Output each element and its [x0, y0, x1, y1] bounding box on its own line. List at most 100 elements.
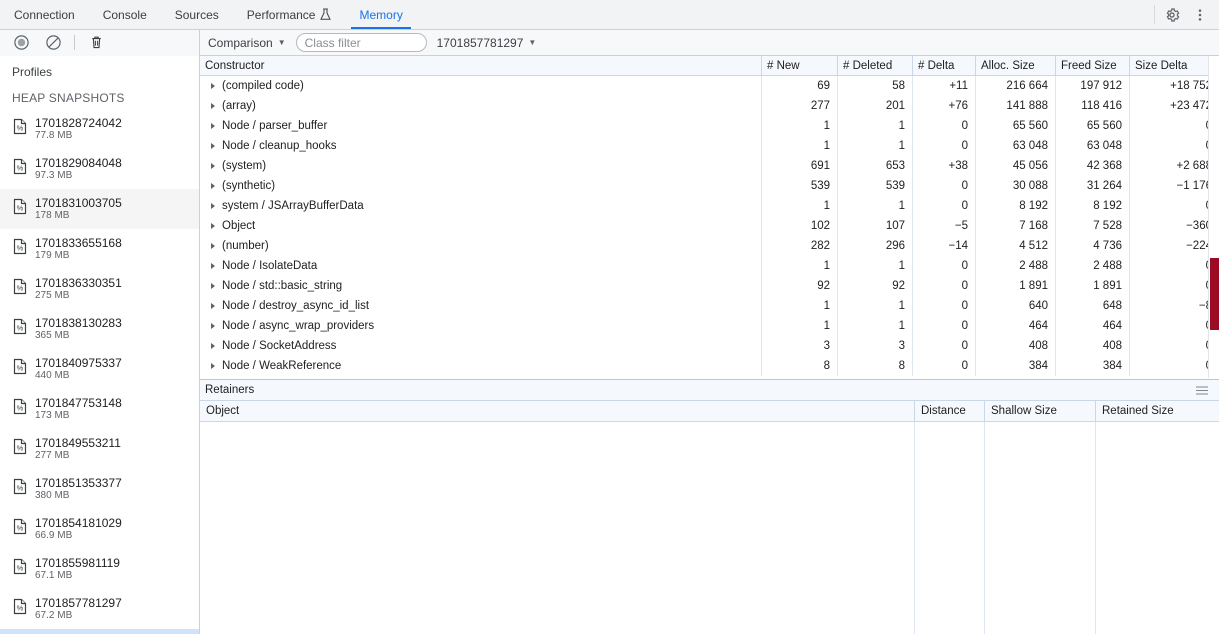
tab-connection[interactable]: Connection	[0, 0, 89, 29]
table-row[interactable]: (compiled code) 69 58 +11 216 664 197 912 +18 …	[200, 76, 1219, 96]
table-row[interactable]: (array) 277 201 +76 141 888 118 416 +23 472	[200, 96, 1219, 116]
tab-performance[interactable]: Performance	[233, 0, 346, 29]
snapshot-item[interactable]: % 1701840975337 440 MB	[0, 349, 199, 389]
table-row[interactable]: (number) 282 296 −14 4 512 4 736 −224	[200, 236, 1219, 256]
expand-triangle-icon[interactable]	[211, 283, 215, 289]
constructor-label: Node / WeakReference	[222, 360, 342, 372]
expand-triangle-icon[interactable]	[211, 343, 215, 349]
snapshot-text: 1701831003705 178 MB	[35, 196, 122, 222]
trash-icon[interactable]	[83, 32, 109, 54]
snapshot-size: 179 MB	[35, 250, 70, 262]
heap-snapshot-icon: %	[12, 438, 28, 460]
column-header-constructor[interactable]: Constructor	[200, 56, 762, 75]
cell-deleted: 107	[838, 216, 913, 236]
heap-snapshot-icon: %	[12, 598, 28, 620]
snapshot-item[interactable]: % 1701831003705 178 MB	[0, 189, 199, 229]
expand-triangle-icon[interactable]	[211, 83, 215, 89]
svg-text:%: %	[17, 364, 24, 373]
column-header-retained-size[interactable]: Retained Size	[1096, 401, 1219, 421]
tab-sources[interactable]: Sources	[161, 0, 233, 29]
view-mode-dropdown[interactable]: Comparison ▼	[208, 36, 286, 50]
more-options-icon[interactable]	[1187, 4, 1213, 26]
expand-triangle-icon[interactable]	[211, 243, 215, 249]
cell-new: 539	[762, 176, 838, 196]
table-row[interactable]: system / JSArrayBufferData1108 1928 1920	[200, 196, 1219, 216]
table-row[interactable]: (synthetic) 539 539 0 30 088 31 264 −1 176	[200, 176, 1219, 196]
toolbar-left-group	[0, 29, 200, 56]
baseline-snapshot-dropdown[interactable]: 1701857781297 ▼	[437, 36, 537, 50]
cell-alloc-size: 408	[976, 336, 1056, 356]
column-header-freed-size[interactable]: Freed Size	[1056, 56, 1130, 75]
snapshot-item[interactable]: % 1701857781297 67.2 MB	[0, 589, 199, 629]
column-header-delta[interactable]: # Delta	[913, 56, 976, 75]
column-header-alloc-size[interactable]: Alloc. Size	[976, 56, 1056, 75]
expand-triangle-icon[interactable]	[211, 363, 215, 369]
snapshot-item[interactable]: % 1701847753148 173 MB	[0, 389, 199, 429]
expand-triangle-icon[interactable]	[211, 303, 215, 309]
snapshot-size: 380 MB	[35, 490, 70, 502]
column-header-size-delta[interactable]: Size Delta	[1130, 56, 1219, 75]
toolbar-separator	[74, 35, 75, 50]
cell-delta: +38	[913, 156, 976, 176]
retainers-column-distance	[915, 422, 985, 634]
table-row[interactable]: (system) 691 653 +38 45 056 42 368 +2 688	[200, 156, 1219, 176]
snapshot-item[interactable]: % 1701828724042 77.8 MB	[0, 109, 199, 149]
class-filter-input[interactable]	[295, 33, 427, 52]
table-row[interactable]: Node / parser_buffer11065 56065 5600	[200, 116, 1219, 136]
table-row[interactable]: Node / IsolateData1102 4882 4880	[200, 256, 1219, 276]
expand-triangle-icon[interactable]	[211, 163, 215, 169]
expand-triangle-icon[interactable]	[211, 263, 215, 269]
column-header-deleted[interactable]: # Deleted	[838, 56, 913, 75]
snapshot-item[interactable]: % 1701854181029 66.9 MB	[0, 509, 199, 549]
table-row[interactable]: Object 102 107 −5 7 168 7 528 −360	[200, 216, 1219, 236]
snapshot-item[interactable]: % 1701833655168 179 MB	[0, 229, 199, 269]
cell-delta: +11	[913, 76, 976, 96]
column-header-distance[interactable]: Distance	[915, 401, 985, 421]
cell-constructor: system / JSArrayBufferData	[200, 196, 762, 216]
table-row[interactable]: Node / destroy_async_id_list 1 1 0 640 648 −8	[200, 296, 1219, 316]
table-row[interactable]: Node / WeakReference8803843840	[200, 356, 1219, 376]
expand-triangle-icon[interactable]	[211, 103, 215, 109]
column-header-shallow-size[interactable]: Shallow Size	[985, 401, 1096, 421]
constructor-label: Node / IsolateData	[222, 260, 318, 272]
heap-snapshot-icon: %	[12, 318, 28, 340]
grid-scrollbar-thumb[interactable]	[1210, 258, 1219, 330]
expand-triangle-icon[interactable]	[211, 323, 215, 329]
expand-triangle-icon[interactable]	[211, 123, 215, 129]
table-row[interactable]: Node / async_wrap_providers1104644640	[200, 316, 1219, 336]
expand-triangle-icon[interactable]	[211, 183, 215, 189]
cell-new: 1	[762, 196, 838, 216]
snapshot-item[interactable]: % 1701855981119 67.1 MB	[0, 549, 199, 589]
snapshot-item[interactable]: % 1701836330351 275 MB	[0, 269, 199, 309]
snapshot-item[interactable]: % 1701851353377 380 MB	[0, 469, 199, 509]
settings-gear-icon[interactable]	[1159, 4, 1185, 26]
cell-freed-size: 42 368	[1056, 156, 1130, 176]
column-header-new[interactable]: # New	[762, 56, 838, 75]
grid-scrollbar[interactable]	[1208, 56, 1219, 378]
constructor-label: (array)	[222, 100, 256, 112]
tab-memory[interactable]: Memory	[345, 0, 416, 29]
svg-text:%: %	[17, 444, 24, 453]
snapshot-name: 1701828724042	[35, 115, 122, 130]
table-row[interactable]: Node / std::basic_string929201 8911 8910	[200, 276, 1219, 296]
svg-text:%: %	[17, 124, 24, 133]
expand-triangle-icon[interactable]	[211, 143, 215, 149]
table-row[interactable]: Node / cleanup_hooks11063 04863 0480	[200, 136, 1219, 156]
snapshot-item[interactable]: % 170185958137167.2 MB	[0, 629, 199, 634]
tab-console[interactable]: Console	[89, 0, 161, 29]
cell-freed-size: 197 912	[1056, 76, 1130, 96]
snapshot-item[interactable]: % 1701829084048 97.3 MB	[0, 149, 199, 189]
cell-new: 3	[762, 336, 838, 356]
record-heap-snapshot-icon[interactable]	[8, 32, 34, 54]
snapshot-item[interactable]: % 1701838130283 365 MB	[0, 309, 199, 349]
hamburger-icon[interactable]	[1195, 385, 1219, 396]
expand-triangle-icon[interactable]	[211, 223, 215, 229]
table-row[interactable]: Node / SocketAddress3304084080	[200, 336, 1219, 356]
expand-triangle-icon[interactable]	[211, 203, 215, 209]
cell-freed-size: 2 488	[1056, 256, 1130, 276]
cell-size-delta: −360	[1186, 220, 1212, 232]
column-header-object[interactable]: Object	[200, 401, 915, 421]
clear-icon[interactable]	[40, 32, 66, 54]
snapshot-item[interactable]: % 1701849553211 277 MB	[0, 429, 199, 469]
heap-snapshot-icon: %	[12, 238, 28, 260]
